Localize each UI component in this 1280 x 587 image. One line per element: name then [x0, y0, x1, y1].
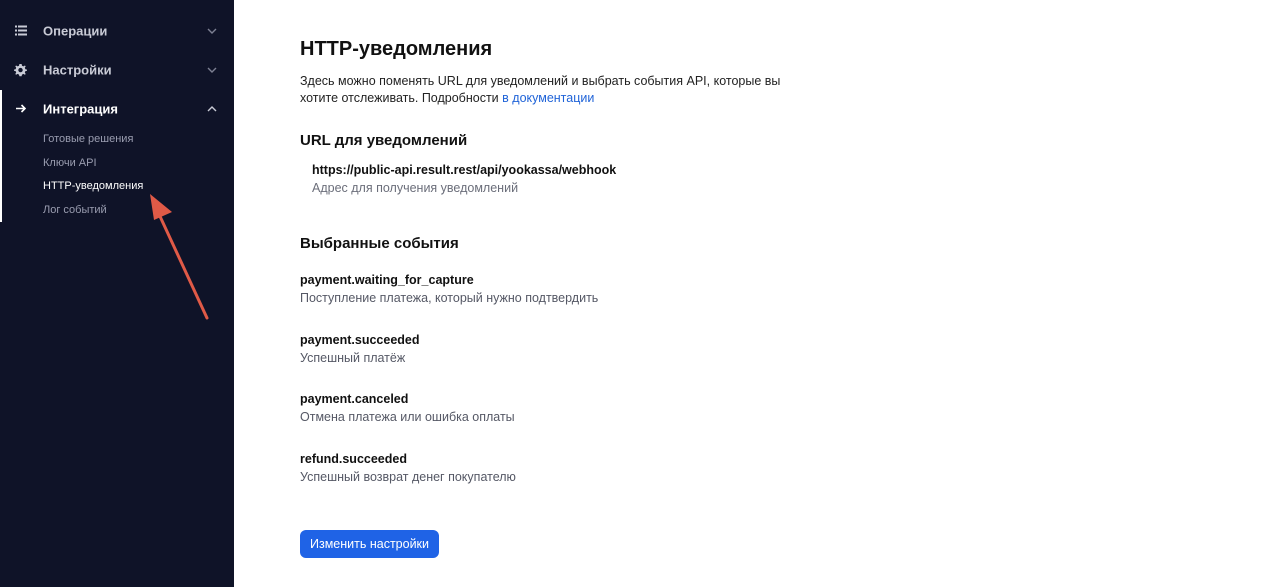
event-description: Успешный платёж: [300, 351, 406, 365]
sidebar-item-api-keys[interactable]: Ключи API: [43, 157, 97, 169]
url-section-heading: URL для уведомлений: [300, 132, 468, 149]
annotation-arrow-icon: [150, 194, 209, 320]
page-title: HTTP-уведомления: [300, 38, 493, 60]
nav-group-label: Настройки: [43, 62, 112, 77]
event-name: payment.canceled: [300, 392, 409, 406]
event-description: Успешный возврат денег покупателю: [300, 470, 516, 484]
arrow-right-icon: [14, 102, 27, 115]
chevron-up-icon: [207, 105, 217, 111]
events-section-heading: Выбранные события: [300, 235, 459, 252]
event-name: payment.succeeded: [300, 333, 420, 347]
event-name: refund.succeeded: [300, 452, 407, 466]
nav-group-operations[interactable]: Операции: [0, 11, 234, 50]
page-description: Здесь можно поменять URL для уведомлений…: [300, 73, 820, 107]
webhook-url: https://public-api.result.rest/api/yooka…: [312, 163, 617, 177]
docs-link[interactable]: в документации: [502, 91, 594, 105]
nav-group-label: Интеграция: [43, 101, 118, 116]
event-name: payment.waiting_for_capture: [300, 273, 474, 287]
sidebar-item-event-log[interactable]: Лог событий: [43, 204, 107, 216]
event-description: Поступление платежа, который нужно подтв…: [300, 291, 599, 305]
sidebar-item-http-notifications[interactable]: HTTP-уведомления: [43, 180, 143, 192]
webhook-url-hint: Адрес для получения уведомлений: [312, 181, 519, 195]
nav-group-integration[interactable]: Интеграция: [0, 89, 234, 128]
event-description: Отмена платежа или ошибка оплаты: [300, 410, 515, 424]
nav-group-label: Операции: [43, 23, 108, 38]
gear-icon: [14, 63, 27, 76]
nav-group-settings[interactable]: Настройки: [0, 50, 234, 89]
sidebar: Операции Настройки Интеграция Готовые ре…: [0, 0, 234, 587]
chevron-down-icon: [207, 28, 217, 34]
change-settings-button[interactable]: Изменить настройки: [300, 530, 439, 558]
list-icon: [14, 24, 27, 37]
sidebar-item-ready-solutions[interactable]: Готовые решения: [43, 133, 133, 145]
chevron-down-icon: [207, 67, 217, 73]
